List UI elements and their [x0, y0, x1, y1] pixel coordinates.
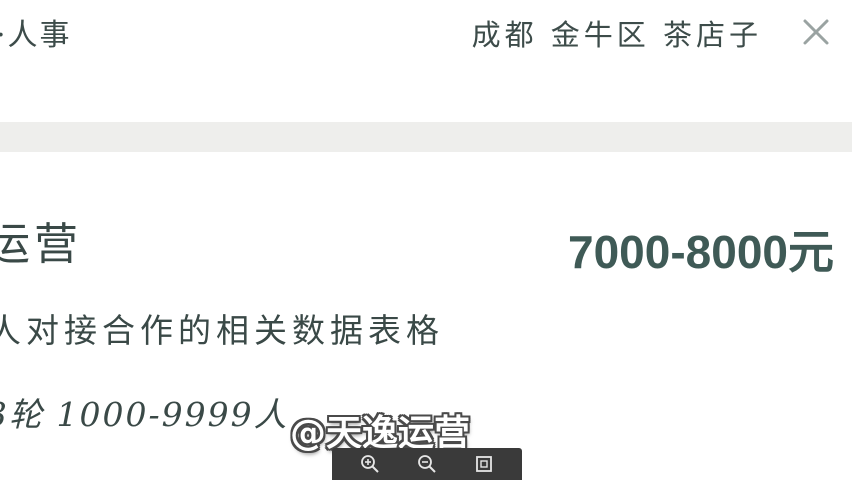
company-info: 3轮 1000-9999人 — [0, 395, 289, 434]
job-header: ·人事 成都 金牛区 茶店子 — [0, 0, 852, 122]
salary-range: 7000-8000元 — [568, 226, 834, 278]
close-button[interactable] — [802, 18, 830, 46]
image-viewer-toolbar — [332, 448, 522, 480]
section-divider — [0, 122, 852, 152]
zoom-in-button[interactable] — [358, 452, 382, 476]
department-breadcrumb: ·人事 — [0, 18, 72, 53]
zoom-out-icon — [418, 455, 436, 473]
fit-screen-button[interactable] — [472, 452, 496, 476]
close-icon — [803, 19, 829, 45]
job-posting-viewer: ·人事 成都 金牛区 茶店子 运营 7000-8000元 人对接合作的相关数据表… — [0, 0, 852, 480]
job-description: 人对接合作的相关数据表格 — [0, 311, 444, 350]
zoom-out-button[interactable] — [415, 452, 439, 476]
zoom-in-icon — [361, 455, 380, 473]
job-location: 成都 金牛区 茶店子 — [471, 18, 762, 52]
fit-screen-icon — [475, 456, 492, 472]
job-title: 运营 — [0, 219, 82, 270]
